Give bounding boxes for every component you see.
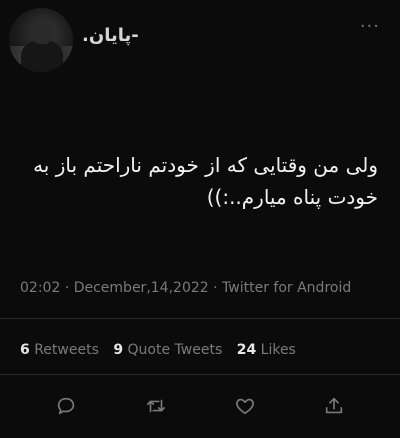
share-icon: [325, 397, 343, 414]
likes-stat[interactable]: 24 Likes: [237, 342, 296, 358]
retweet-button[interactable]: [142, 392, 170, 420]
likes-label: Likes: [260, 342, 296, 358]
quote-tweets-label: Quote Tweets: [127, 342, 223, 358]
tweet-text: ولی من وقتایی که از خودتم ناراحتم باز به…: [22, 149, 378, 213]
reply-button[interactable]: [52, 392, 80, 420]
tweet-actions-bar: [0, 392, 400, 424]
like-button[interactable]: [231, 392, 259, 420]
more-options-icon[interactable]: ···: [360, 16, 380, 37]
tweet-date[interactable]: December,14,2022: [74, 280, 209, 296]
meta-separator: ·: [213, 280, 218, 296]
tweet-text-line-2: خودت پناه میارم..:)): [206, 185, 378, 209]
share-button[interactable]: [320, 392, 348, 420]
avatar-figure-body: [21, 40, 63, 72]
reply-icon: [57, 397, 75, 415]
tweet-stats: 6 Retweets 9 Quote Tweets 24 Likes: [20, 342, 296, 358]
tweet-metadata: 02:02 · December,14,2022 · Twitter for A…: [20, 280, 351, 296]
author-display-name[interactable]: -پایان.: [82, 25, 139, 46]
quote-tweets-count: 9: [113, 342, 124, 358]
tweet-text-line-1: ولی من وقتایی که از خودتم ناراحتم باز به: [33, 153, 378, 177]
retweets-count: 6: [20, 342, 30, 358]
likes-count: 24: [236, 342, 257, 358]
retweet-icon: [146, 399, 166, 413]
divider: [0, 318, 400, 319]
retweets-stat[interactable]: 6 Retweets: [20, 342, 99, 358]
divider: [0, 374, 400, 375]
quote-tweets-stat[interactable]: 9 Quote Tweets: [113, 342, 222, 358]
like-icon: [236, 398, 254, 415]
tweet-source[interactable]: Twitter for Android: [222, 280, 351, 296]
meta-separator: ·: [64, 280, 70, 296]
tweet-time[interactable]: 02:02: [20, 280, 60, 296]
avatar-figure-head: [31, 18, 53, 44]
avatar[interactable]: [9, 8, 73, 72]
retweets-label: Retweets: [34, 342, 99, 358]
